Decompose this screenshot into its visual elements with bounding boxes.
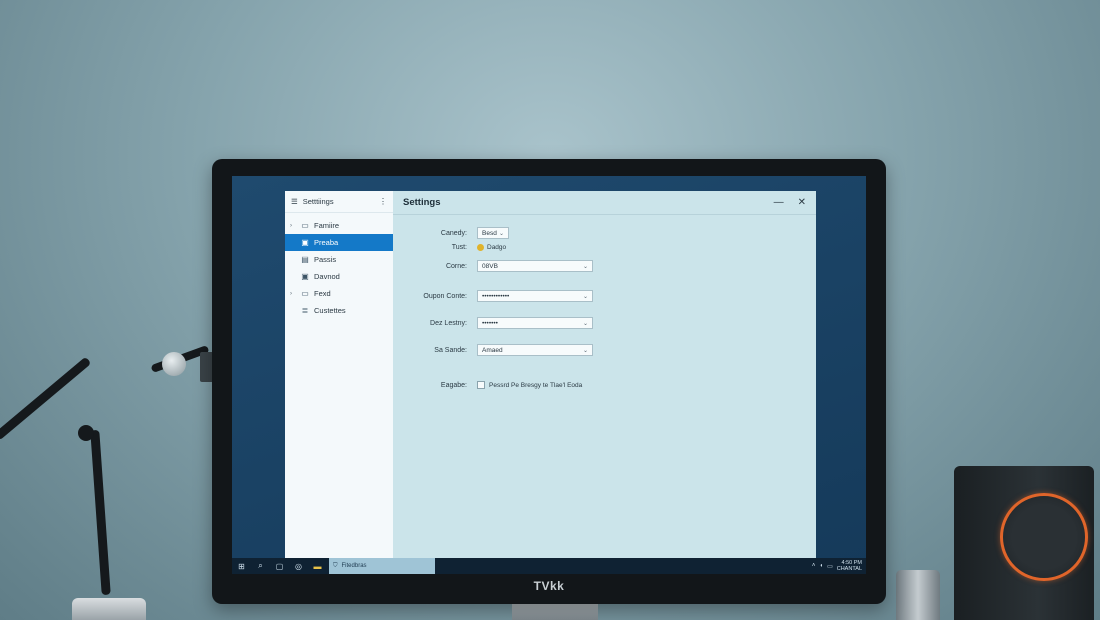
image-icon: ▣	[301, 272, 309, 281]
small-device	[896, 570, 940, 620]
desk-lamp-arm	[0, 356, 92, 441]
field-label: Corne:	[445, 262, 467, 270]
taskbar-app-label: Fitedbras	[341, 563, 367, 569]
window-controls: — ✕	[774, 197, 806, 208]
shield-icon: ⛉	[333, 562, 338, 569]
clock-date: CHANTAL	[836, 566, 862, 572]
option3-select[interactable]: Amaed ⌄	[477, 344, 593, 356]
folder-icon: ▭	[301, 221, 309, 230]
chevron-down-icon: ⌄	[582, 347, 588, 354]
sidebar-item-custettes[interactable]: ≣ Custettes	[285, 302, 393, 319]
field-label: Tust:	[451, 244, 467, 251]
font-value[interactable]: Dadgo	[477, 244, 506, 251]
hamburger-icon[interactable]: ☰	[291, 197, 298, 206]
settings-window: Settings — ✕ Canedy: Besd ⌄ Tust: Dadgo	[393, 191, 816, 559]
form-row-category: Canedy: Besd ⌄	[393, 227, 509, 239]
option1-select[interactable]: •••••••••••• ⌄	[477, 290, 593, 302]
color-select[interactable]: 08VB ⌄	[477, 260, 593, 272]
option2-select[interactable]: ••••••• ⌄	[477, 317, 593, 329]
form-row-option1: Oupon Conte: •••••••••••• ⌄	[393, 290, 593, 302]
image-icon: ▣	[301, 238, 309, 247]
chevron-up-icon[interactable]: ˄	[812, 563, 816, 569]
form-row-option2: Dez Lestny: ••••••• ⌄	[393, 317, 593, 329]
close-button[interactable]: ✕	[798, 197, 806, 208]
task-view-icon[interactable]: ▢	[270, 558, 289, 574]
sidebar-item-davnod[interactable]: ▣ Davnod	[285, 268, 393, 285]
sidebar-item-label: Preaba	[314, 238, 339, 247]
chevron-down-icon: ⌄	[582, 263, 588, 270]
form-row-color: Corne: 08VB ⌄	[393, 260, 593, 272]
folder-icon[interactable]: ▬	[308, 558, 327, 574]
field-label: Dez Lestny:	[430, 319, 467, 327]
document-icon: ▤	[301, 255, 309, 264]
sidebar-item-label: Passis	[314, 255, 337, 264]
form-row-checkbox: Eagabe: Pessrd Pe Bresgy te Tlae'l Eoda	[393, 381, 582, 389]
chevron-right-icon[interactable]: ›	[290, 291, 296, 297]
select-value: 08VB	[482, 262, 498, 270]
window-titlebar: Settings — ✕	[393, 191, 816, 215]
enable-checkbox[interactable]	[477, 381, 485, 389]
system-tray: ˄ ◖ ▭ 4:50 PM CHANTAL	[812, 560, 866, 572]
taskbar-app-settings[interactable]: ⛉ Fitedbras	[329, 558, 435, 574]
sidebar-header: ☰ Setttiings ⋮	[285, 191, 393, 213]
window-title: Settings	[403, 197, 441, 208]
sidebar-item-preaba[interactable]: ▣ Preaba	[285, 234, 393, 251]
select-value: Besd	[482, 229, 497, 237]
volume-icon[interactable]: ◖	[819, 563, 823, 569]
desk-lamp-joint	[162, 352, 186, 376]
taskbar: ⊞ ⌕ ▢ ◎ ▬ ⛉ Fitedbras ˄ ◖ ▭ 4:50 PM CHAN…	[232, 558, 866, 574]
sidebar-item-label: Custettes	[314, 306, 346, 315]
desk-lamp-joint	[78, 425, 94, 441]
screen: ☰ Setttiings ⋮ › ▭ Famiire ▣ Preaba ▤ Pa…	[232, 176, 866, 574]
sidebar-item-label: Davnod	[314, 272, 340, 281]
desk-lamp-arm	[90, 429, 111, 596]
font-value-text: Dadgo	[487, 244, 507, 251]
browser-icon[interactable]: ◎	[289, 558, 308, 574]
search-icon[interactable]: ⌕	[251, 558, 270, 574]
form-row-font: Tust: Dadgo	[393, 244, 506, 251]
chevron-down-icon: ⌄	[582, 293, 588, 300]
chevron-down-icon: ⌄	[582, 320, 588, 327]
sidebar-list: › ▭ Famiire ▣ Preaba ▤ Passis ▣ Davnod ›…	[285, 217, 393, 319]
color-dot-icon	[477, 244, 484, 251]
start-icon[interactable]: ⊞	[232, 558, 251, 574]
chevron-right-icon[interactable]: ›	[290, 223, 296, 229]
monitor-brand: TVkk	[533, 579, 565, 593]
form-row-option3: Sa Sande: Amaed ⌄	[393, 344, 593, 356]
checkbox-text: Pessrd Pe Bresgy te Tlae'l Eoda	[489, 381, 583, 389]
desk-lamp-base	[72, 598, 146, 620]
chevron-down-icon: ⌄	[498, 230, 504, 237]
sidebar-item-label: Fexd	[314, 289, 331, 298]
list-icon: ≣	[301, 306, 309, 315]
field-label: Eagabe:	[440, 381, 467, 389]
sidebar-item-fexd[interactable]: › ▭ Fexd	[285, 285, 393, 302]
category-select[interactable]: Besd ⌄	[477, 227, 509, 239]
monitor: TVkk ☰ Setttiings ⋮ › ▭ Famiire ▣ Preaba	[212, 159, 886, 604]
sidebar-item-passis[interactable]: ▤ Passis	[285, 251, 393, 268]
select-value: •••••••	[482, 319, 498, 327]
field-label: Sa Sande:	[434, 346, 467, 354]
clock[interactable]: 4:50 PM CHANTAL	[837, 560, 862, 572]
speaker-ring	[1000, 493, 1088, 581]
field-label: Canedy:	[440, 229, 467, 237]
minimize-button[interactable]: —	[774, 197, 784, 208]
field-label: Oupon Conte:	[423, 292, 467, 300]
select-value: ••••••••••••	[482, 292, 510, 300]
folder-icon: ▭	[301, 289, 309, 298]
sidebar-title: Setttiings	[302, 197, 334, 206]
network-icon[interactable]: ▭	[827, 563, 833, 570]
select-value: Amaed	[482, 346, 503, 354]
sidebar-item-label: Famiire	[314, 221, 340, 230]
settings-sidebar: ☰ Setttiings ⋮ › ▭ Famiire ▣ Preaba ▤ Pa…	[285, 191, 393, 559]
more-options-icon[interactable]: ⋮	[379, 197, 387, 206]
sidebar-item-famiire[interactable]: › ▭ Famiire	[285, 217, 393, 234]
